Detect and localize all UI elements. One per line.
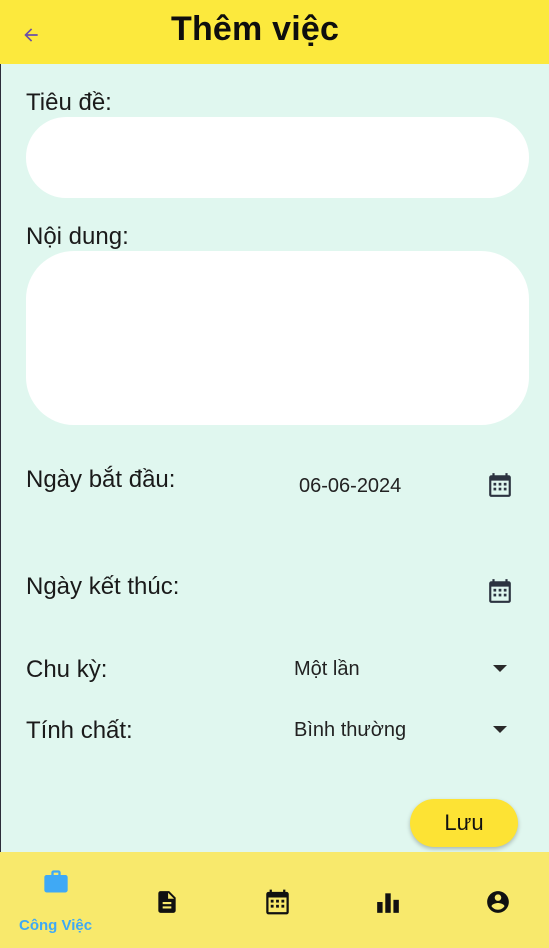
calendar-icon[interactable]	[487, 472, 513, 498]
calendar-icon	[266, 889, 289, 915]
chevron-down-icon[interactable]	[493, 726, 507, 734]
title-label: Tiêu đề:	[26, 89, 112, 116]
start-date-value[interactable]: 06-06-2024	[299, 475, 401, 498]
bar-chart-icon	[377, 893, 399, 913]
content-label: Nội dung:	[26, 223, 129, 250]
nav-label-cong-viec[interactable]: Công Việc	[19, 917, 92, 934]
page-title: Thêm việc	[171, 10, 340, 48]
nature-label: Tính chất:	[26, 717, 133, 744]
nav-item-notes[interactable]	[154, 888, 180, 916]
back-button[interactable]	[18, 22, 44, 48]
save-button[interactable]: Lưu	[410, 799, 518, 847]
nav-item-calendar[interactable]	[264, 888, 291, 916]
cycle-dropdown-value[interactable]: Một lần	[294, 658, 360, 681]
chevron-down-icon[interactable]	[493, 665, 507, 673]
nav-item-stats[interactable]	[374, 889, 402, 915]
nav-item-account[interactable]	[485, 889, 511, 915]
start-date-label: Ngày bắt đầu:	[26, 466, 176, 493]
arrow-left-icon	[24, 28, 38, 42]
end-date-label: Ngày kết thúc:	[26, 573, 180, 600]
app-bar: Thêm việc	[0, 0, 549, 64]
account-icon	[487, 891, 509, 913]
calendar-icon[interactable]	[487, 578, 513, 604]
document-icon	[158, 891, 176, 913]
content-input[interactable]	[26, 251, 529, 425]
nav-item-cong-viec[interactable]	[42, 868, 70, 896]
title-input[interactable]	[26, 117, 529, 198]
nature-dropdown-value[interactable]: Bình thường	[294, 719, 406, 742]
briefcase-icon	[44, 870, 68, 893]
cycle-label: Chu kỳ:	[26, 656, 108, 683]
